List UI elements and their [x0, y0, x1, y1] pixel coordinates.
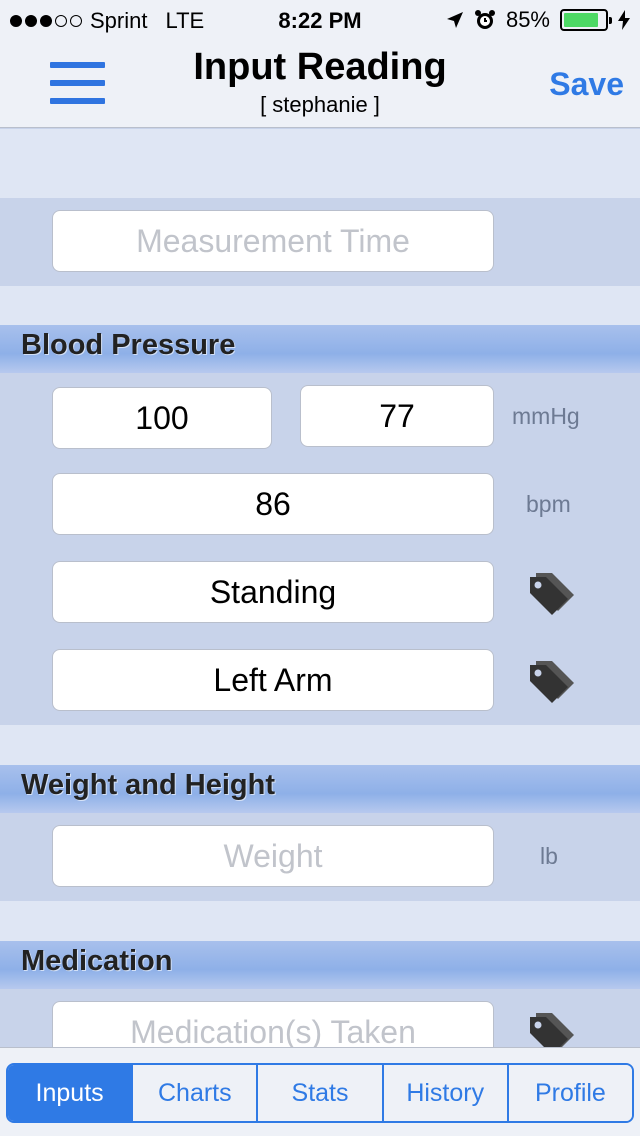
spacer	[0, 286, 640, 325]
medication-section: Medication(s) Taken	[0, 989, 640, 1047]
location-arrow-icon	[446, 12, 463, 28]
profile-name: [ stephanie ]	[260, 92, 380, 117]
pressure-unit: mmHg	[512, 403, 580, 429]
section-title: Weight and Height	[21, 769, 276, 801]
tag-icon[interactable]	[526, 567, 578, 619]
tag-icon[interactable]	[526, 1007, 578, 1047]
medication-header: Medication	[0, 941, 640, 989]
spacer	[0, 725, 640, 765]
measurement-time-field[interactable]: Measurement Time	[52, 210, 494, 272]
tab-charts[interactable]: Charts	[133, 1065, 259, 1121]
weight-unit: lb	[540, 843, 558, 869]
battery-icon	[560, 9, 612, 31]
spacer	[0, 901, 640, 941]
alarm-clock-icon	[474, 10, 495, 29]
measurement-time-row: Measurement Time	[0, 198, 640, 286]
tab-stats[interactable]: Stats	[258, 1065, 384, 1121]
save-button[interactable]: Save	[549, 66, 624, 103]
pulse-field[interactable]: 86	[52, 473, 494, 535]
weight-height-header: Weight and Height	[0, 765, 640, 813]
status-right: 85%	[446, 7, 630, 33]
pulse-unit: bpm	[526, 491, 571, 517]
status-bar: Sprint LTE 8:22 PM 85%	[0, 0, 640, 40]
weight-section: Weight lb	[0, 813, 640, 901]
blood-pressure-header: Blood Pressure	[0, 325, 640, 373]
segmented-tabs: Inputs Charts Stats History Profile	[6, 1063, 634, 1123]
navigation-bar: Input Reading [ stephanie ] Save	[0, 40, 640, 128]
spacer	[0, 129, 640, 198]
page-title: Input Reading	[193, 46, 447, 88]
medication-field[interactable]: Medication(s) Taken	[52, 1001, 494, 1047]
tab-inputs[interactable]: Inputs	[8, 1065, 134, 1121]
battery-percent: 85%	[505, 7, 550, 32]
arm-location-field[interactable]: Left Arm	[52, 649, 494, 711]
tag-icon[interactable]	[526, 655, 578, 707]
systolic-field[interactable]: 100	[52, 387, 272, 449]
tab-history[interactable]: History	[383, 1065, 509, 1121]
blood-pressure-section: 100 77 mmHg 86 bpm Standing Left Arm	[0, 373, 640, 725]
input-form[interactable]: Measurement Time Blood Pressure 100 77 m…	[0, 129, 640, 1047]
weight-field[interactable]: Weight	[52, 825, 494, 887]
position-field[interactable]: Standing	[52, 561, 494, 623]
tab-profile[interactable]: Profile	[508, 1065, 632, 1121]
section-title: Medication	[21, 945, 173, 977]
section-title: Blood Pressure	[21, 329, 236, 361]
diastolic-field[interactable]: 77	[300, 385, 494, 447]
charging-bolt-icon	[618, 10, 630, 30]
tab-bar: Inputs Charts Stats History Profile	[0, 1047, 640, 1136]
